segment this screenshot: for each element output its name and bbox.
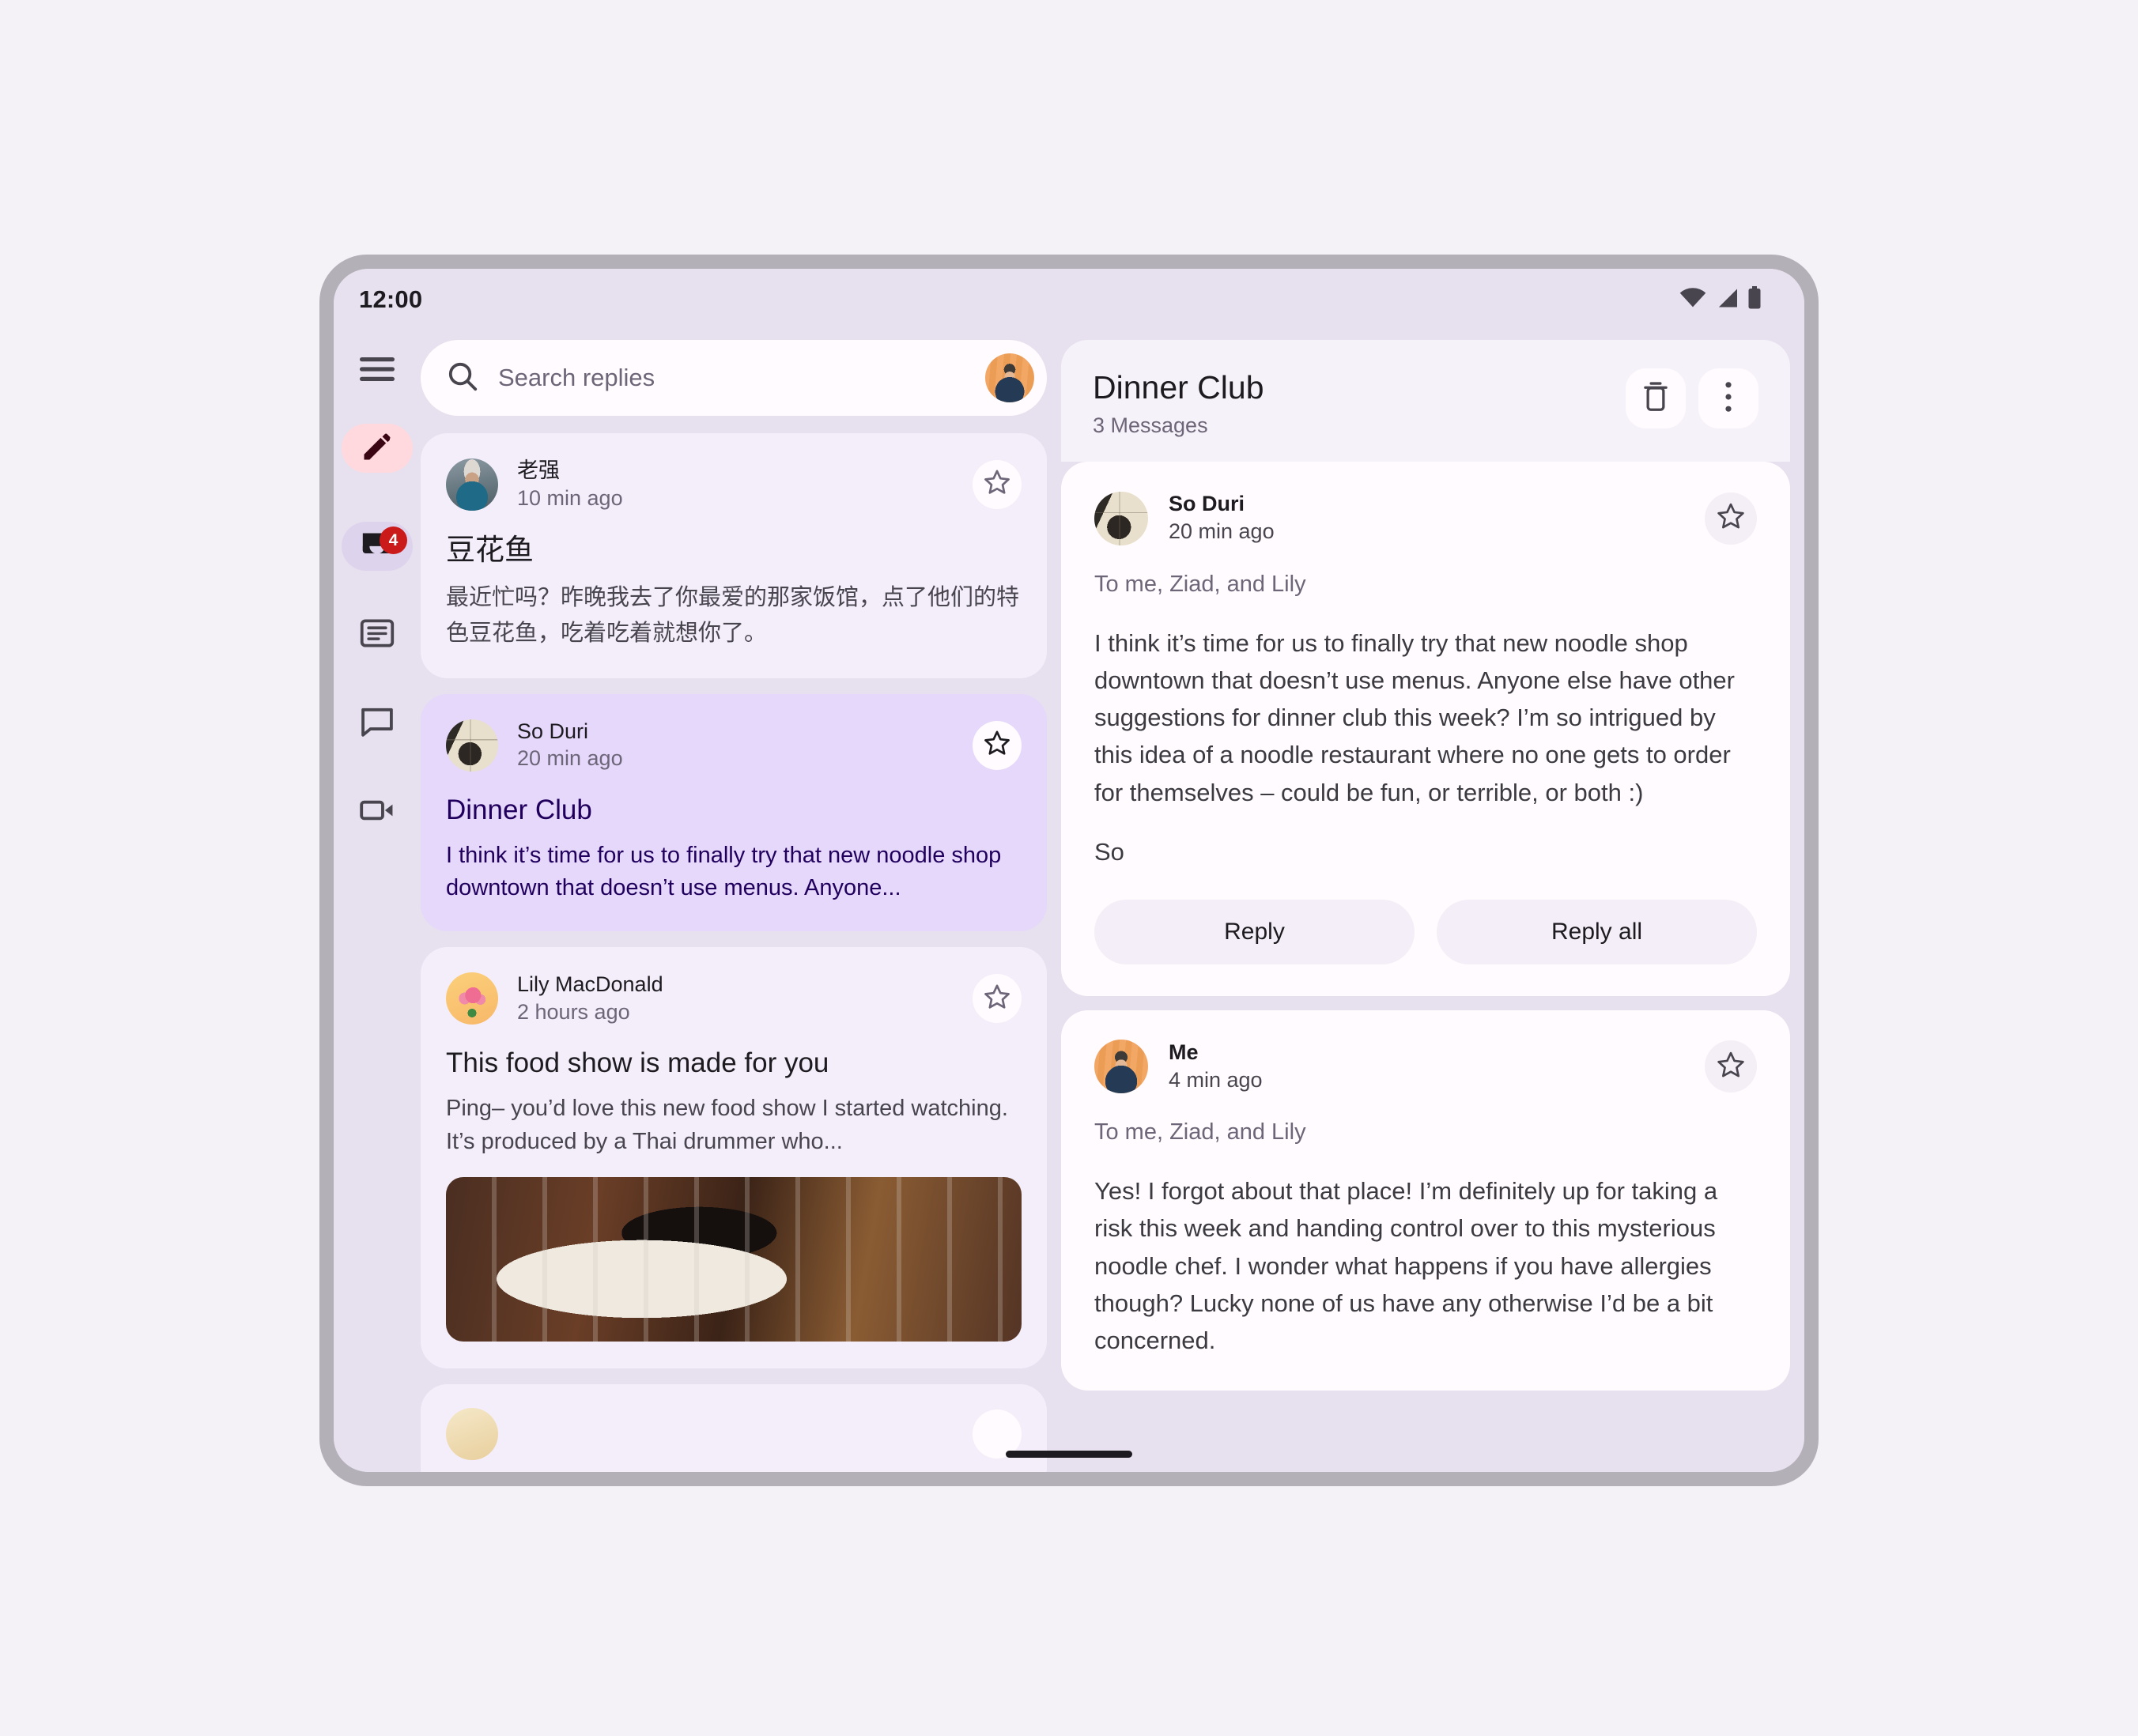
star-outline-icon [983,729,1011,761]
star-button[interactable] [1705,1040,1757,1093]
avatar [1094,1040,1148,1093]
list-item[interactable] [421,1384,1047,1472]
list-item-sender: 老强 [517,459,560,482]
message-sender: Me [1169,1040,1199,1064]
list-item-subject: Dinner Club [446,794,592,825]
message-count: 3 Messages [1093,413,1208,438]
message-meta: So Duri 20 min ago [1169,490,1705,546]
star-outline-icon [983,468,1011,500]
reply-actions: Reply Reply all [1094,899,1757,964]
article-icon [360,618,395,651]
list-item-header [446,1408,1022,1461]
sidebar-item-video[interactable] [342,787,413,836]
star-outline-icon [983,983,1011,1015]
search-input[interactable]: Search replies [498,364,965,392]
home-indicator[interactable] [1006,1451,1132,1458]
more-vertical-icon [1724,381,1733,417]
detail-titles: Dinner Club 3 Messages [1093,368,1626,438]
search-icon [448,361,478,395]
list-item-meta: Lily MacDonald 2 hours ago [517,971,973,1026]
device-screen: 12:00 4 Search replies 老强 10 min ago 豆花鱼… [334,269,1804,1472]
app-body: 4 Search replies 老强 10 min ago 豆花鱼 最近忙吗？… [334,330,1804,1472]
list-item-subject: This food show is made for you [446,1047,829,1079]
list-item-sender: So Duri [517,719,589,743]
sidebar-item-chat[interactable] [342,699,413,748]
reply-all-button[interactable]: Reply all [1437,899,1757,964]
tablet-device-frame: 12:00 4 Search replies 老强 10 min ago 豆花鱼… [319,255,1819,1486]
sidebar-item-menu[interactable] [342,346,413,395]
star-outline-icon [1716,501,1746,535]
list-item-header: 老强 10 min ago [446,457,1022,512]
avatar [1094,491,1148,545]
list-item-preview: I think it’s time for us to finally try … [446,842,1002,901]
email-detail-pane[interactable]: Dinner Club 3 Messages So Duri 20 min ag… [1061,330,1804,1472]
detail-actions [1626,368,1758,428]
message-header: Me 4 min ago [1094,1039,1757,1095]
message-recipients: To me, Ziad, and Lily [1094,1119,1306,1145]
message-timestamp: 20 min ago [1169,519,1275,544]
star-button[interactable] [973,720,1022,770]
detail-header: Dinner Club 3 Messages [1061,340,1790,462]
status-bar: 12:00 [334,269,1804,330]
trash-icon [1641,381,1670,416]
list-item-meta: 老强 10 min ago [517,457,973,512]
battery-icon [1747,285,1762,314]
message-body: I think it’s time for us to finally try … [1094,629,1742,806]
list-item-attachment-image[interactable] [446,1177,1022,1342]
list-item-sender: Lily MacDonald [517,972,663,997]
star-button[interactable] [973,974,1022,1024]
list-item[interactable]: So Duri 20 min ago Dinner Club I think i… [421,693,1047,932]
navigation-rail: 4 [334,330,421,1472]
cellular-signal-icon [1715,288,1739,312]
status-bar-time: 12:00 [359,285,423,313]
pencil-edit-icon [360,429,395,468]
more-options-button[interactable] [1698,368,1758,428]
list-item[interactable]: 老强 10 min ago 豆花鱼 最近忙吗？昨晚我去了你最爱的那家饭馆，点了他… [421,433,1047,678]
star-button[interactable] [1705,492,1757,545]
message-timestamp: 4 min ago [1169,1067,1263,1092]
list-item-header: So Duri 20 min ago [446,718,1022,773]
avatar [446,458,498,511]
list-item-header: Lily MacDonald 2 hours ago [446,971,1022,1026]
video-camera-icon [360,798,395,826]
message-recipients: To me, Ziad, and Lily [1094,572,1306,598]
message-sender: So Duri [1169,492,1245,516]
list-item-timestamp: 10 min ago [517,485,623,510]
wifi-icon [1679,287,1706,312]
message-body: Yes! I forgot about that place! I’m defi… [1094,1177,1724,1354]
chat-bubble-icon [360,707,395,741]
reply-button[interactable]: Reply [1094,899,1415,964]
sidebar-item-inbox[interactable]: 4 [342,522,413,571]
sidebar-item-compose[interactable] [342,424,413,473]
page-title: Dinner Club [1093,369,1264,406]
list-item-meta: So Duri 20 min ago [517,718,973,773]
message-card[interactable]: So Duri 20 min ago To me, Ziad, and Lily… [1061,462,1790,996]
avatar [446,972,498,1025]
message-meta: Me 4 min ago [1169,1039,1705,1095]
star-button[interactable] [973,459,1022,509]
status-bar-icons [1679,285,1762,314]
avatar [446,719,498,772]
list-item-preview: Ping– you’d love this new food show I st… [446,1096,1008,1154]
list-item-timestamp: 20 min ago [517,746,623,771]
delete-button[interactable] [1626,368,1686,428]
list-item-subject: 豆花鱼 [446,533,534,566]
list-item-timestamp: 2 hours ago [517,1000,630,1025]
search-bar[interactable]: Search replies [421,340,1047,416]
star-outline-icon [1716,1050,1746,1084]
hamburger-menu-icon [360,356,395,387]
message-signature: So [1094,837,1124,866]
inbox-unread-badge: 4 [380,526,407,554]
sidebar-item-articles[interactable] [342,610,413,659]
message-header: So Duri 20 min ago [1094,490,1757,546]
list-item[interactable]: Lily MacDonald 2 hours ago This food sho… [421,947,1047,1369]
email-list-pane[interactable]: Search replies 老强 10 min ago 豆花鱼 最近忙吗？昨晚… [421,330,1061,1472]
avatar [446,1408,498,1461]
avatar[interactable] [985,353,1034,402]
message-card[interactable]: Me 4 min ago To me, Ziad, and Lily Yes! … [1061,1010,1790,1391]
list-item-preview: 最近忙吗？昨晚我去了你最爱的那家饭馆，点了他们的特色豆花鱼，吃着吃着就想你了。 [446,585,1020,646]
